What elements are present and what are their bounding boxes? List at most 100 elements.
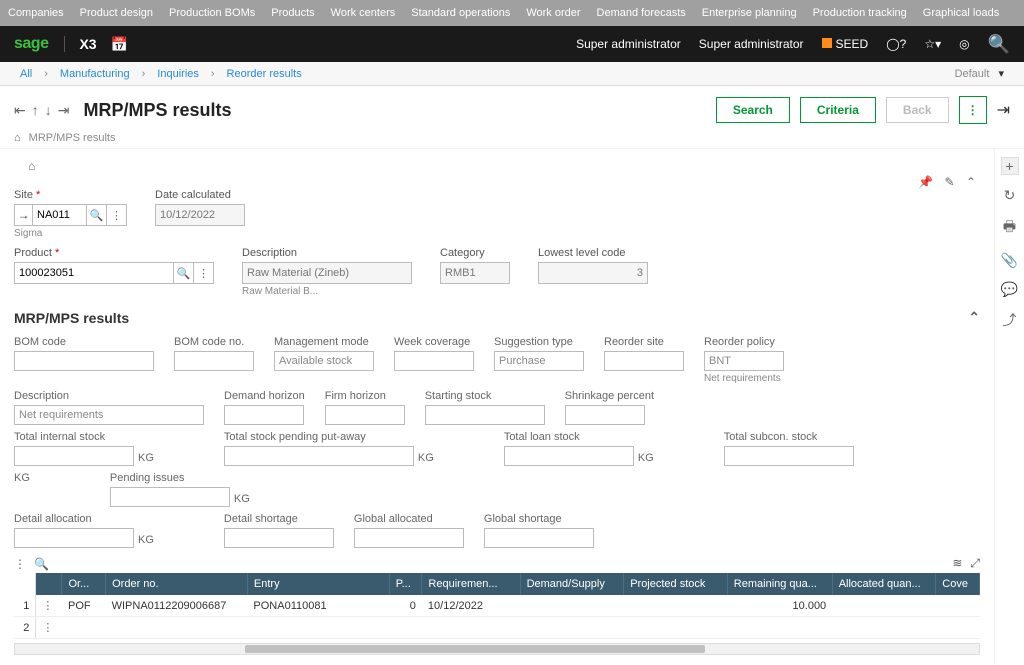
breadcrumb-inquiries[interactable]: Inquiries [157,68,199,80]
sidebar-add-icon[interactable]: + [1001,157,1019,175]
sidebar-attach-icon[interactable]: 📎 [1001,252,1018,269]
top-nav-work-order[interactable]: Work order [526,7,580,19]
global-alloc-input[interactable] [354,528,464,548]
nav-down-icon[interactable]: ↓ [45,102,52,119]
right-sidebar: + ↻ 🖶 📎 💬 ⤴ [994,149,1024,665]
table-layers-icon[interactable]: ≋ [952,556,962,571]
row-menu-icon[interactable]: ⋮ [42,622,53,634]
total-internal-input[interactable] [14,446,134,466]
breadcrumb-all[interactable]: All [20,68,32,80]
description2-label: Description [14,390,204,402]
hdr-or[interactable]: Or... [62,573,106,595]
global-short-input[interactable] [484,528,594,548]
top-nav-demand-forecasts[interactable]: Demand forecasts [597,7,686,19]
unit-kg: KG [234,493,250,507]
week-coverage-input[interactable] [394,351,474,371]
top-nav-work-centers[interactable]: Work centers [331,7,396,19]
hdr-p[interactable]: P... [389,573,422,595]
total-subcon-input[interactable] [724,446,854,466]
nav-last-icon[interactable]: ⇥ [58,102,70,119]
shrinkage-input[interactable] [565,405,645,425]
exit-icon[interactable]: ⇥ [997,100,1010,120]
breadcrumb-default[interactable]: Default ▾ [949,67,1004,80]
search-button[interactable]: Search [716,97,790,123]
edit-icon[interactable]: ✎ [945,175,955,189]
criteria-button[interactable]: Criteria [800,97,876,123]
hdr-proj[interactable]: Projected stock [624,573,728,595]
week-coverage-label: Week coverage [394,336,474,348]
breadcrumb-manufacturing[interactable]: Manufacturing [60,68,130,80]
site-helper: Sigma [14,228,127,239]
site-input[interactable] [32,204,87,226]
demand-horizon-input[interactable] [224,405,304,425]
sidebar-comment-icon[interactable]: 💬 [1001,281,1018,298]
bom-code-input[interactable] [14,351,154,371]
help-icon[interactable]: ◯? [886,37,906,51]
top-nav-production-tracking[interactable]: Production tracking [813,7,907,19]
seed-indicator[interactable]: SEED [822,37,869,51]
sidebar-export-icon[interactable]: ⤴ [1003,310,1017,330]
hdr-rownum [14,573,36,595]
favorite-icon[interactable]: ☆▾ [924,37,941,51]
nav-up-icon[interactable]: ↑ [32,102,39,119]
table-row[interactable]: 1 ⋮ POF WIPNA0112209006687 PONA0110081 0… [14,595,980,617]
starting-stock-input[interactable] [425,405,545,425]
section-home-icon[interactable]: ⌂ [28,159,35,173]
hdr-rem[interactable]: Remaining qua... [727,573,832,595]
site-lookup-icon[interactable]: 🔍 [87,204,107,226]
top-nav-production-boms[interactable]: Production BOMs [169,7,255,19]
hdr-alloc[interactable]: Allocated quan... [832,573,936,595]
hdr-orderno[interactable]: Order no. [106,573,248,595]
product-input[interactable] [14,262,174,284]
top-nav-graphical-loads[interactable]: Graphical loads [923,7,999,19]
site-menu-icon[interactable]: ⋮ [107,204,127,226]
suggestion-type-input [494,351,584,371]
hdr-entry[interactable]: Entry [247,573,389,595]
top-nav-companies[interactable]: Companies [8,7,64,19]
product-lookup-icon[interactable]: 🔍 [174,262,194,284]
row-menu-icon[interactable]: ⋮ [42,600,53,612]
top-nav-standard-ops[interactable]: Standard operations [411,7,510,19]
table-row[interactable]: 2 ⋮ [14,617,980,639]
pin-icon[interactable]: 📌 [918,175,933,189]
back-button[interactable]: Back [886,97,949,123]
hdr-cov[interactable]: Cove [936,573,980,595]
detail-short-input[interactable] [224,528,334,548]
cell-p: 0 [389,595,422,617]
nav-first-icon[interactable]: ⇤ [14,102,26,119]
total-loan-input[interactable] [504,446,634,466]
top-nav-enterprise-planning[interactable]: Enterprise planning [702,7,797,19]
date-calculated-input [155,204,245,226]
site-goto-icon[interactable]: → [14,204,32,226]
calendar-icon[interactable]: 📅 [111,36,128,53]
table-header-row: Or... Order no. Entry P... Requiremen...… [14,573,980,595]
mgmt-mode-label: Management mode [274,336,374,348]
unit-kg: KG [638,452,654,466]
hdr-ds[interactable]: Demand/Supply [520,573,624,595]
user-role-1[interactable]: Super administrator [576,37,681,51]
firm-horizon-input[interactable] [325,405,405,425]
hdr-req[interactable]: Requiremen... [422,573,520,595]
breadcrumb-reorder-results[interactable]: Reorder results [227,68,302,80]
table-menu-icon[interactable]: ⋮ [14,557,26,571]
user-role-2[interactable]: Super administrator [699,37,804,51]
product-menu-icon[interactable]: ⋮ [194,262,214,284]
more-actions-button[interactable]: ⋮ [959,96,987,124]
sidebar-print-icon[interactable]: 🖶 [1003,216,1016,240]
total-pending-input[interactable] [224,446,414,466]
table-search-icon[interactable]: 🔍 [34,557,49,571]
table-expand-icon[interactable]: ⤢ [970,556,980,571]
pending-issues-input[interactable] [110,487,230,507]
reorder-site-input[interactable] [604,351,684,371]
detail-alloc-input[interactable] [14,528,134,548]
top-nav-products[interactable]: Products [271,7,314,19]
sidebar-refresh-icon[interactable]: ↻ [1004,187,1016,204]
top-nav-product-design[interactable]: Product design [80,7,153,19]
results-collapse-icon[interactable]: ⌃ [968,309,980,326]
horizontal-scrollbar[interactable] [14,643,980,655]
home-icon[interactable]: ⌂ [14,132,21,144]
bom-code-no-input[interactable] [174,351,254,371]
compass-icon[interactable]: ◎ [959,37,969,51]
collapse-icon[interactable]: ⌃ [966,175,976,189]
search-icon[interactable]: 🔍 [988,34,1010,55]
